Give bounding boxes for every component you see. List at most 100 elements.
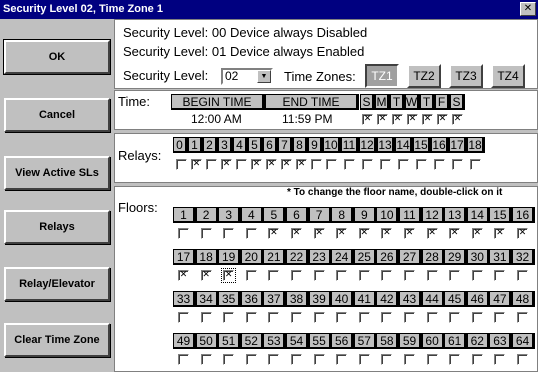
relay-checkbox[interactable]: ✕	[191, 159, 202, 170]
floor-checkbox[interactable]: ✕	[381, 228, 393, 239]
floor-checkbox[interactable]	[178, 228, 189, 239]
floor-checkbox[interactable]	[426, 270, 438, 281]
floor-checkbox[interactable]	[404, 354, 415, 365]
floor-checkbox[interactable]	[494, 270, 506, 281]
tab-tz2[interactable]: TZ2	[407, 64, 441, 88]
relay-checkbox[interactable]	[236, 159, 247, 170]
day-checkbox[interactable]: ✕	[407, 114, 418, 125]
floor-checkbox[interactable]	[494, 354, 506, 365]
floor-checkbox[interactable]	[245, 354, 257, 365]
floor-checkbox[interactable]	[517, 354, 528, 365]
relay-checkbox[interactable]	[434, 159, 445, 170]
floor-checkbox[interactable]	[200, 354, 212, 365]
floor-checkbox[interactable]	[449, 270, 461, 281]
floor-checkbox[interactable]	[381, 312, 393, 323]
floor-checkbox[interactable]	[178, 312, 189, 323]
floor-checkbox[interactable]	[358, 312, 370, 323]
floor-checkbox[interactable]	[313, 354, 325, 365]
floor-checkbox[interactable]	[336, 312, 348, 323]
day-checkbox[interactable]: ✕	[392, 114, 403, 125]
day-checkbox[interactable]: ✕	[362, 114, 373, 125]
relay-checkbox[interactable]: ✕	[221, 159, 232, 170]
begin-time-value[interactable]: 12:00 AM	[191, 112, 242, 126]
relay-elevator-button[interactable]: Relay/Elevator	[4, 267, 110, 301]
day-checkbox[interactable]: ✕	[452, 114, 463, 125]
day-checkbox[interactable]: ✕	[437, 114, 448, 125]
floor-checkbox[interactable]	[268, 270, 280, 281]
floor-checkbox[interactable]: ✕	[268, 228, 280, 239]
relay-checkbox[interactable]	[362, 159, 373, 170]
cancel-button[interactable]: Cancel	[4, 98, 110, 132]
floor-checkbox[interactable]	[336, 270, 348, 281]
floor-checkbox[interactable]	[268, 354, 280, 365]
day-checkbox[interactable]: ✕	[422, 114, 433, 125]
relay-checkbox[interactable]	[452, 159, 463, 170]
day-checkbox[interactable]: ✕	[377, 114, 388, 125]
floor-checkbox[interactable]: ✕	[200, 270, 212, 281]
floor-checkbox[interactable]: ✕	[494, 228, 506, 239]
floor-checkbox[interactable]	[449, 354, 461, 365]
tab-tz1[interactable]: TZ1	[365, 64, 399, 88]
relay-checkbox[interactable]	[416, 159, 427, 170]
floor-checkbox[interactable]	[223, 312, 235, 323]
floor-checkbox[interactable]: ✕	[358, 228, 370, 239]
floor-checkbox[interactable]	[291, 312, 302, 323]
floor-checkbox[interactable]	[223, 228, 235, 239]
relay-checkbox[interactable]: ✕	[251, 159, 262, 170]
floor-checkbox[interactable]: ✕	[426, 228, 438, 239]
view-active-sls-button[interactable]: View Active SLs	[4, 156, 110, 190]
close-icon[interactable]: ✕	[520, 2, 536, 16]
relays-button[interactable]: Relays	[4, 210, 110, 244]
relay-checkbox[interactable]: ✕	[266, 159, 277, 170]
floor-checkbox[interactable]	[245, 312, 257, 323]
floor-checkbox[interactable]	[494, 312, 506, 323]
floor-checkbox[interactable]: ✕	[313, 228, 325, 239]
floor-checkbox[interactable]	[336, 354, 348, 365]
relay-checkbox[interactable]	[206, 159, 217, 170]
floor-checkbox[interactable]	[449, 312, 461, 323]
tab-tz4[interactable]: TZ4	[491, 64, 525, 88]
floor-checkbox[interactable]: ✕	[221, 268, 237, 283]
floor-checkbox[interactable]	[313, 312, 325, 323]
floor-checkbox[interactable]	[200, 312, 212, 323]
floor-checkbox[interactable]	[471, 312, 483, 323]
relay-checkbox[interactable]	[470, 159, 481, 170]
relay-checkbox[interactable]	[326, 159, 337, 170]
relay-checkbox[interactable]: ✕	[281, 159, 292, 170]
relay-checkbox[interactable]	[398, 159, 409, 170]
floor-checkbox[interactable]	[245, 228, 257, 239]
relay-checkbox[interactable]	[176, 159, 187, 170]
floor-checkbox[interactable]	[358, 270, 370, 281]
floor-checkbox[interactable]	[517, 312, 528, 323]
floor-checkbox[interactable]: ✕	[404, 228, 415, 239]
floor-checkbox[interactable]	[200, 228, 212, 239]
relay-checkbox[interactable]: ✕	[296, 159, 307, 170]
floor-checkbox[interactable]	[245, 270, 257, 281]
floor-checkbox[interactable]	[358, 354, 370, 365]
floor-checkbox[interactable]	[291, 354, 302, 365]
floor-checkbox[interactable]: ✕	[517, 228, 528, 239]
floor-checkbox[interactable]	[404, 270, 415, 281]
floor-checkbox[interactable]	[223, 354, 235, 365]
floor-checkbox[interactable]	[426, 354, 438, 365]
floor-checkbox[interactable]: ✕	[178, 270, 189, 281]
floor-checkbox[interactable]: ✕	[471, 228, 483, 239]
tab-tz3[interactable]: TZ3	[449, 64, 483, 88]
relay-checkbox[interactable]	[311, 159, 322, 170]
floor-checkbox[interactable]	[471, 354, 483, 365]
end-time-value[interactable]: 11:59 PM	[282, 112, 332, 126]
floor-checkbox[interactable]: ✕	[291, 228, 302, 239]
clear-time-zone-button[interactable]: Clear Time Zone	[4, 323, 110, 357]
floor-checkbox[interactable]	[381, 354, 393, 365]
chevron-down-icon[interactable]: ▼	[257, 70, 271, 83]
floor-checkbox[interactable]	[404, 312, 415, 323]
floor-checkbox[interactable]	[426, 312, 438, 323]
ok-button[interactable]: OK	[3, 39, 111, 75]
floor-checkbox[interactable]	[517, 270, 528, 281]
floor-checkbox[interactable]	[381, 270, 393, 281]
floor-checkbox[interactable]	[313, 270, 325, 281]
floor-checkbox[interactable]	[178, 354, 189, 365]
floor-checkbox[interactable]: ✕	[449, 228, 461, 239]
floor-checkbox[interactable]	[291, 270, 302, 281]
security-level-select[interactable]: 02 ▼	[221, 68, 273, 85]
